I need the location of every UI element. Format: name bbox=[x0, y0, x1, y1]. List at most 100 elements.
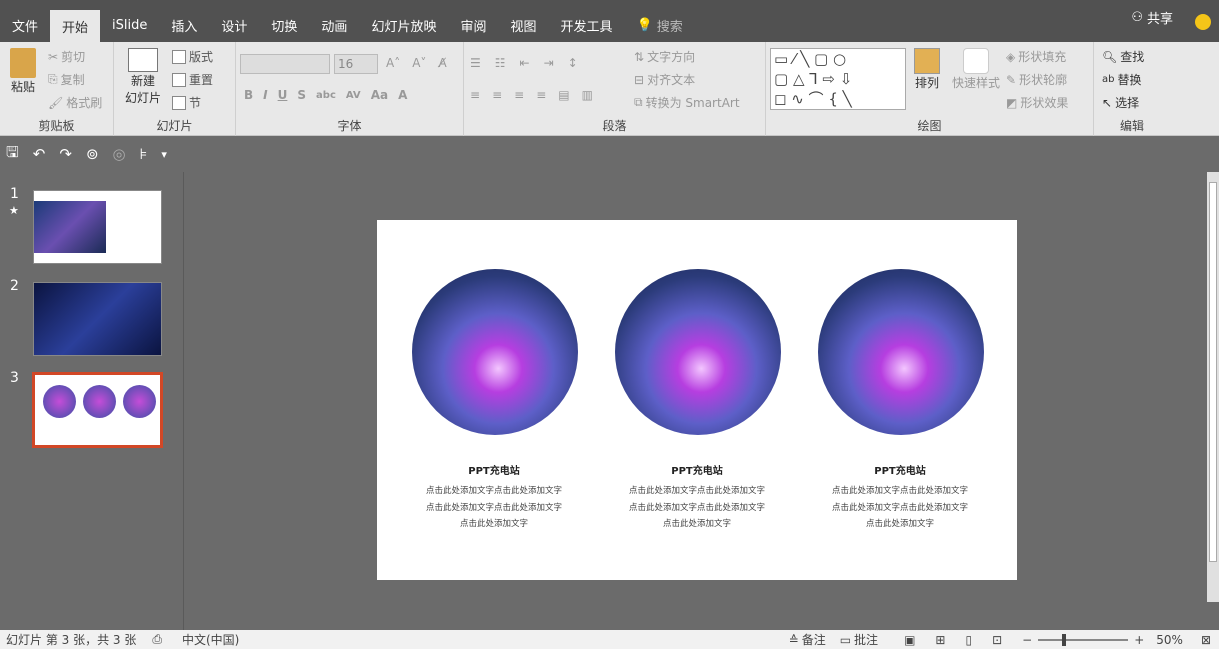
zoom-in-icon[interactable]: + bbox=[1134, 633, 1144, 647]
columns-icon[interactable]: ▥ bbox=[582, 88, 593, 102]
spacing-icon[interactable]: AV bbox=[346, 90, 361, 101]
outline-icon: ✎ bbox=[1006, 72, 1017, 87]
replace-button[interactable]: ab 替换 bbox=[1102, 71, 1142, 88]
paste-button[interactable]: 粘贴 bbox=[8, 48, 38, 95]
tab-file[interactable]: 文件 bbox=[0, 8, 50, 42]
grow-font-icon[interactable]: A˄ bbox=[386, 56, 400, 70]
shape-outline-button[interactable]: ✎ 形状轮廓 bbox=[1006, 71, 1067, 88]
customize-icon[interactable]: ▾ bbox=[161, 148, 167, 161]
smiley-icon[interactable] bbox=[1195, 14, 1211, 30]
column-2-body[interactable]: 点击此处添加文字点击此处添加文字点击此处添加文字点击此处添加文字点击此处添加文字 bbox=[627, 483, 767, 533]
slide-thumbnail-3[interactable] bbox=[32, 372, 163, 448]
find-button[interactable]: 🔍︎ 查找 bbox=[1102, 48, 1144, 65]
shape-fill-button[interactable]: ◈ 形状填充 bbox=[1006, 48, 1066, 65]
slide-sorter-icon[interactable]: ⊞ bbox=[935, 633, 945, 647]
notes-button[interactable]: ≙ 备注 bbox=[789, 631, 826, 648]
line-spacing-icon[interactable]: ↕ bbox=[568, 56, 578, 70]
circle-image-1[interactable] bbox=[412, 269, 578, 435]
spell-check-icon[interactable]: ⎙ bbox=[152, 632, 162, 647]
tab-view[interactable]: 视图 bbox=[498, 8, 548, 42]
numbering-icon[interactable]: ☷ bbox=[495, 56, 506, 70]
select-button[interactable]: ↖ 选择 bbox=[1102, 94, 1139, 111]
vertical-scrollbar[interactable] bbox=[1207, 172, 1219, 602]
tab-review[interactable]: 审阅 bbox=[448, 8, 498, 42]
zoom-out-icon[interactable]: − bbox=[1022, 633, 1032, 647]
slideshow-icon[interactable]: ⊡ bbox=[992, 633, 1002, 647]
tab-insert[interactable]: 插入 bbox=[159, 8, 209, 42]
zoom-slider[interactable] bbox=[1038, 633, 1129, 646]
tab-slideshow[interactable]: 幻灯片放映 bbox=[359, 8, 448, 42]
tab-developer[interactable]: 开发工具 bbox=[548, 8, 624, 42]
zoom-slider-thumb[interactable] bbox=[1062, 633, 1067, 646]
comments-button[interactable]: ▭ 批注 bbox=[840, 631, 878, 648]
underline-icon[interactable]: U bbox=[278, 88, 288, 102]
shape-effects-button[interactable]: ◩ 形状效果 bbox=[1006, 94, 1068, 111]
shrink-font-icon[interactable]: A˅ bbox=[412, 56, 426, 70]
section-icon bbox=[172, 95, 186, 110]
circle-image-3[interactable] bbox=[818, 269, 984, 435]
quick-styles-button[interactable]: 快速样式 bbox=[952, 48, 1000, 91]
shapes-icon[interactable]: ◎ bbox=[113, 145, 126, 163]
tab-design[interactable]: 设计 bbox=[209, 8, 259, 42]
decrease-indent-icon[interactable]: ⇤ bbox=[520, 56, 530, 70]
bold-icon[interactable]: B bbox=[244, 88, 253, 102]
preview-icon[interactable]: ⊚ bbox=[86, 145, 99, 163]
editing-group: 🔍︎ 查找 ab 替换 ↖ 选择 编辑 bbox=[1094, 42, 1170, 136]
circle-image-2[interactable] bbox=[615, 269, 781, 435]
tab-home[interactable]: 开始 bbox=[50, 10, 101, 42]
align-right-icon[interactable]: ≡ bbox=[514, 88, 524, 102]
normal-view-icon[interactable]: ▣ bbox=[904, 633, 915, 647]
status-bar: 幻灯片 第 3 张，共 3 张 ⎙ 中文(中国) ≙ 备注 ▭ 批注 ▣ ⊞ ▯ ⊡… bbox=[0, 630, 1219, 649]
undo-icon[interactable]: ↶ bbox=[33, 145, 46, 163]
tab-transitions[interactable]: 切换 bbox=[259, 8, 309, 42]
section-button[interactable]: 节 bbox=[172, 94, 201, 111]
slide-thumbnail-1[interactable] bbox=[33, 190, 162, 264]
format-painter-button[interactable]: 🖌 格式刷 bbox=[48, 94, 102, 111]
scroll-thumb[interactable] bbox=[1209, 182, 1217, 562]
font-style-row: B I U Sabc AV Aa A bbox=[244, 88, 407, 102]
justify-icon[interactable]: ≡ bbox=[536, 88, 546, 102]
font-color-icon[interactable]: A bbox=[398, 88, 407, 102]
column-1-title[interactable]: PPT充电站 bbox=[404, 462, 584, 477]
save-icon[interactable]: 🖫 bbox=[6, 142, 19, 167]
zoom-level[interactable]: 50% bbox=[1156, 633, 1183, 647]
font-size-box[interactable]: 16 bbox=[334, 54, 378, 74]
language[interactable]: 中文(中国) bbox=[182, 631, 239, 648]
align-center-icon[interactable]: ≡ bbox=[492, 88, 502, 102]
shadow-icon[interactable]: S bbox=[297, 88, 306, 102]
share-button[interactable]: ⚇ 共享 bbox=[1131, 8, 1173, 27]
slide-thumbnail-2[interactable] bbox=[33, 282, 162, 356]
column-2-title[interactable]: PPT充电站 bbox=[607, 462, 787, 477]
smartart-button[interactable]: ⧉ 转换为 SmartArt bbox=[634, 94, 740, 111]
strike-icon[interactable]: abc bbox=[316, 90, 336, 101]
fit-slide-icon[interactable]: ⊠ bbox=[1201, 633, 1211, 647]
bullets-icon[interactable]: ☰ bbox=[470, 56, 481, 70]
reset-button[interactable]: 重置 bbox=[172, 71, 213, 88]
clear-format-icon[interactable]: A̸ bbox=[438, 56, 446, 70]
shape-gallery[interactable]: ▭ ⁄ ╲ ▢ ○ ▢ △ ⅂ ⇨ ⇩ ◻ ∿ ⌒ { ╲ bbox=[770, 48, 906, 110]
new-slide-button[interactable]: 新建 幻灯片 bbox=[120, 48, 166, 106]
column-3-title[interactable]: PPT充电站 bbox=[810, 462, 990, 477]
paste-label: 粘贴 bbox=[10, 80, 35, 94]
text-direction-button[interactable]: ⇅ 文字方向 bbox=[634, 48, 695, 65]
case-icon[interactable]: Aa bbox=[371, 88, 388, 102]
column-1-body[interactable]: 点击此处添加文字点击此处添加文字点击此处添加文字点击此处添加文字点击此处添加文字 bbox=[424, 483, 564, 533]
search-box[interactable]: 💡 搜索 bbox=[625, 8, 695, 42]
layout-button[interactable]: 版式 bbox=[172, 48, 213, 65]
redo-icon[interactable]: ↷ bbox=[59, 145, 72, 163]
align-text-button[interactable]: ⊟ 对齐文本 bbox=[634, 71, 695, 88]
increase-indent-icon[interactable]: ⇥ bbox=[544, 56, 554, 70]
current-slide[interactable]: PPT充电站 PPT充电站 PPT充电站 点击此处添加文字点击此处添加文字点击此… bbox=[377, 220, 1017, 580]
reading-view-icon[interactable]: ▯ bbox=[965, 633, 972, 647]
align-icon[interactable]: ⊧ bbox=[140, 145, 148, 163]
cut-button[interactable]: ✂ 剪切 bbox=[48, 48, 85, 65]
align-left-icon[interactable]: ≡ bbox=[470, 88, 480, 102]
italic-icon[interactable]: I bbox=[263, 88, 267, 102]
tab-islide[interactable]: iSlide bbox=[100, 8, 159, 42]
arrange-button[interactable]: 排列 bbox=[914, 48, 940, 91]
column-3-body[interactable]: 点击此处添加文字点击此处添加文字点击此处添加文字点击此处添加文字点击此处添加文字 bbox=[830, 483, 970, 533]
copy-button[interactable]: ⎘ 复制 bbox=[48, 71, 85, 88]
distribute-icon[interactable]: ▤ bbox=[558, 88, 569, 102]
font-name-box[interactable] bbox=[240, 54, 330, 74]
tab-animations[interactable]: 动画 bbox=[309, 8, 359, 42]
